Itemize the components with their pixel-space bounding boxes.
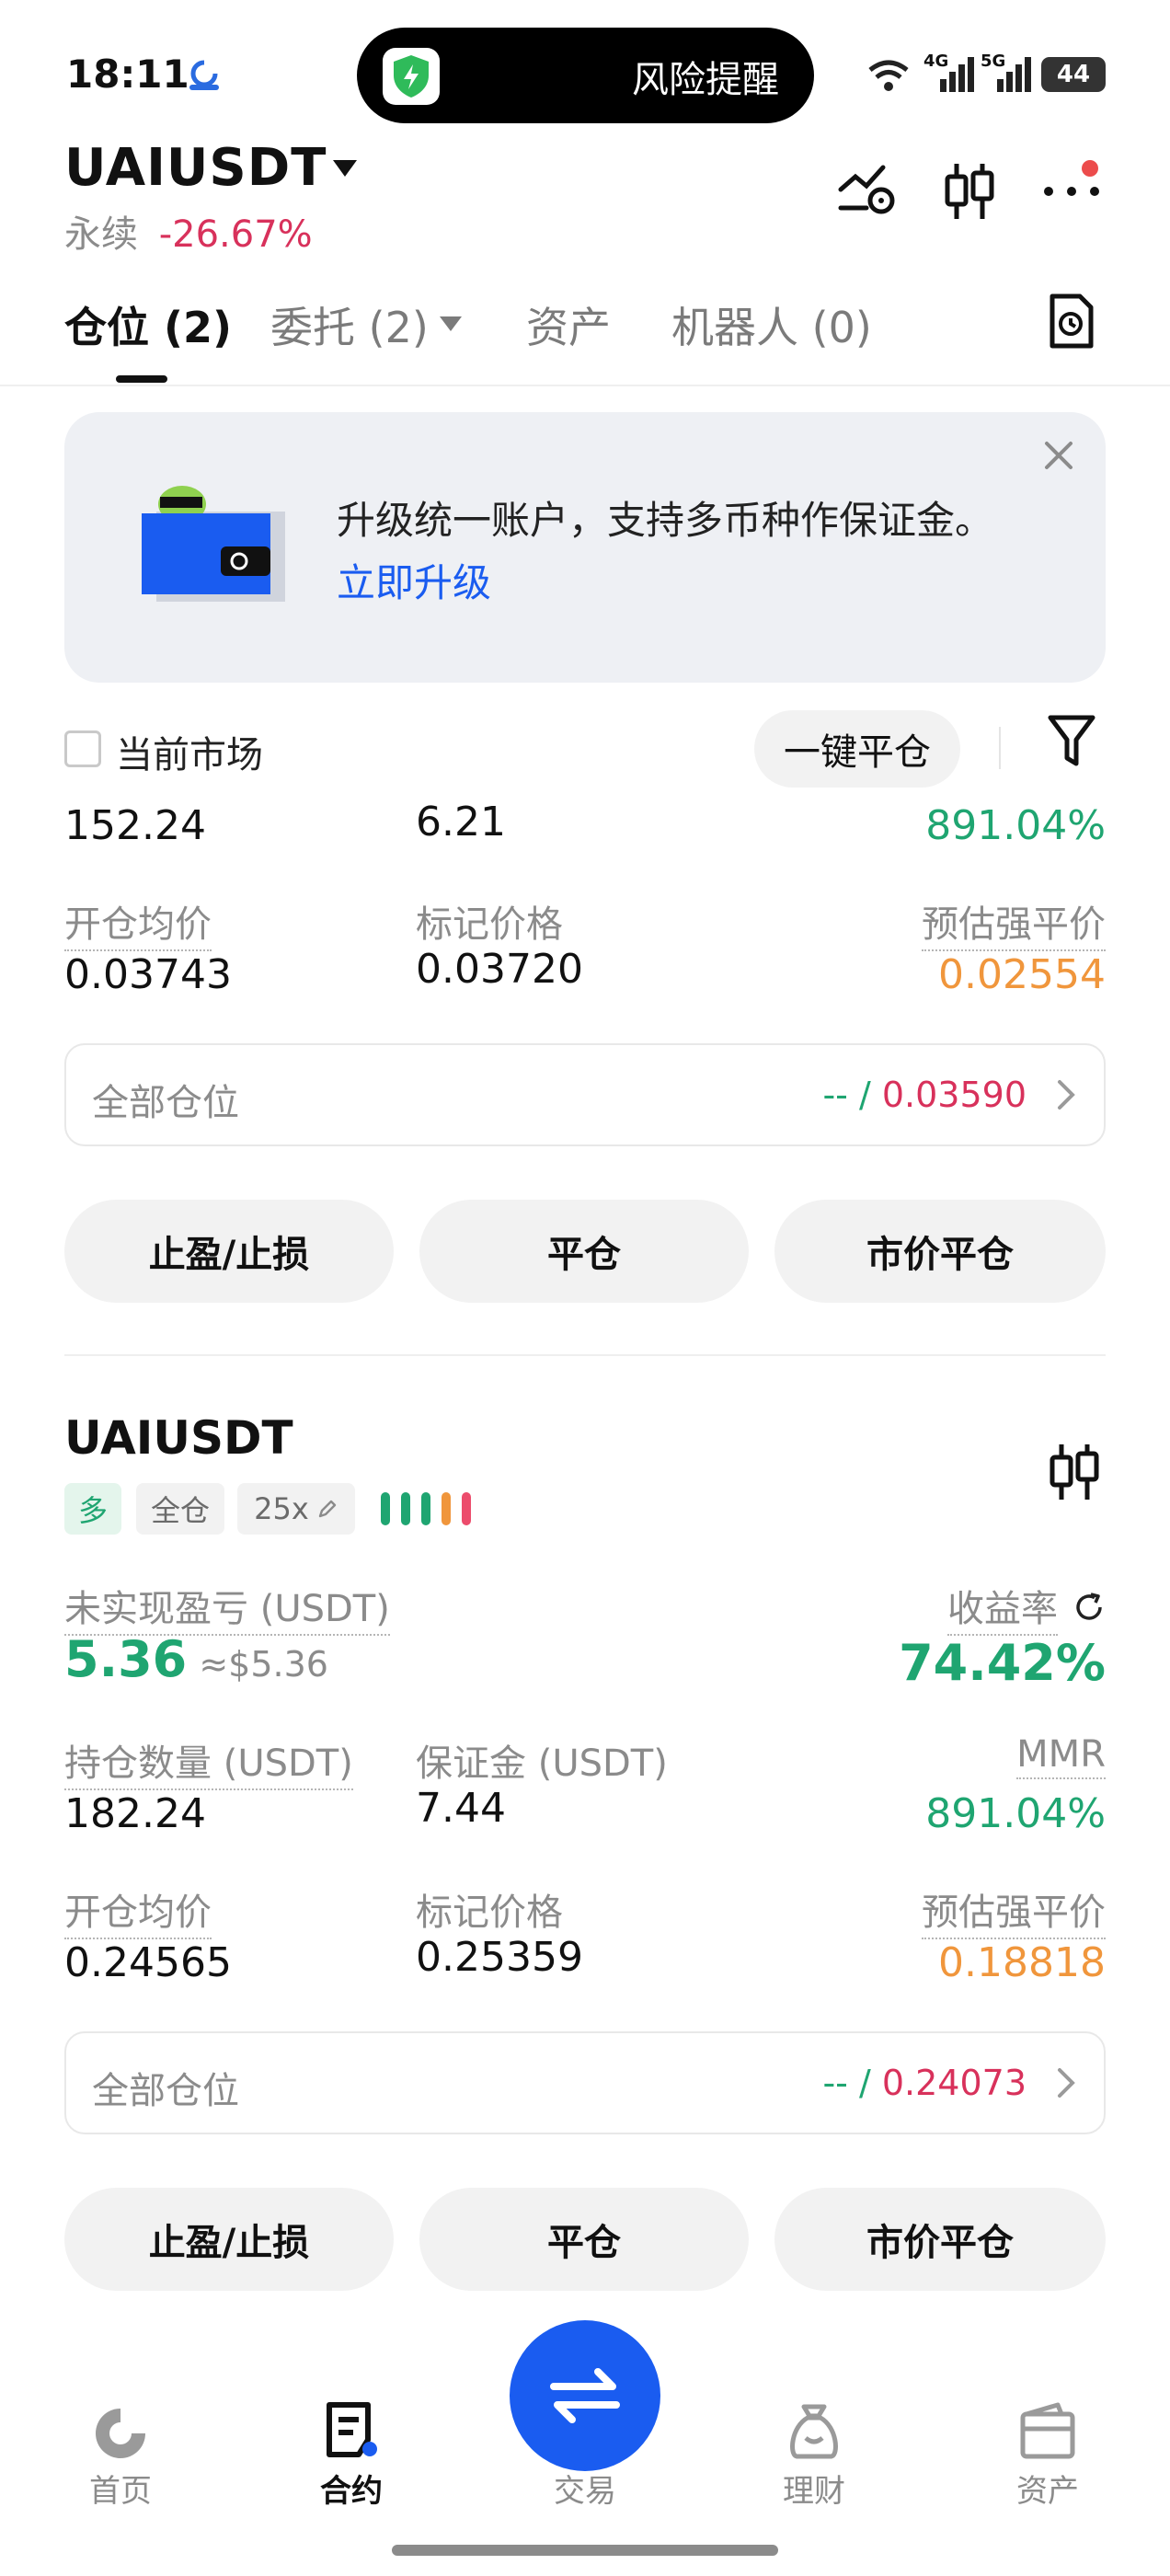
- position-qty: 152.24: [64, 802, 206, 849]
- refresh-icon[interactable]: [1072, 1591, 1106, 1624]
- home-indicator[interactable]: [392, 2545, 778, 2556]
- roe-value: 74.42%: [899, 1634, 1106, 1692]
- mmr-value: 891.04%: [925, 1790, 1106, 1837]
- finance-icon[interactable]: [784, 2401, 844, 2462]
- tab-assets[interactable]: 资产: [526, 294, 611, 355]
- upnl-label: 未实现盈亏 (USDT): [64, 1579, 390, 1636]
- card-divider: [64, 1354, 1106, 1356]
- tab-bots[interactable]: 机器人 (0): [671, 294, 872, 355]
- app-notification-icon: [184, 57, 224, 94]
- filter-icon[interactable]: [1047, 714, 1096, 773]
- bottom-nav: 首页 合约 交易 理财 资产: [0, 2318, 1170, 2576]
- risk-level-icon: [381, 1492, 476, 1529]
- tabs-divider: [0, 385, 1170, 386]
- more-icon[interactable]: [1041, 184, 1102, 202]
- tab-positions[interactable]: 仓位 (2): [64, 294, 232, 355]
- mark-price-label: 标记价格: [416, 1892, 563, 1934]
- signal-4g-icon: 4G: [923, 52, 975, 96]
- open-price-label: 开仓均价: [64, 1882, 212, 1939]
- all-positions-label: 全部仓位: [92, 2070, 239, 2112]
- market-close-button[interactable]: 市价平仓: [774, 2188, 1106, 2291]
- upgrade-banner[interactable]: 升级统一账户，支持多币种作保证金。 立即升级: [64, 412, 1106, 683]
- pair-subtitle: 永续 -26.67%: [64, 213, 313, 256]
- mmr-label: MMR: [1016, 1733, 1106, 1779]
- leverage-tag[interactable]: 25x: [237, 1483, 355, 1535]
- position-margin: 6.21: [416, 799, 506, 845]
- margin-label: 保证金 (USDT): [416, 1742, 668, 1785]
- all-positions-row[interactable]: 全部仓位 -- / 0.24073: [64, 2031, 1106, 2134]
- nav-finance[interactable]: 理财: [740, 2466, 888, 2511]
- side-tag: 多: [64, 1483, 121, 1535]
- orders-dropdown-icon[interactable]: [438, 315, 464, 337]
- nav-contract[interactable]: 合约: [278, 2466, 425, 2511]
- notification-dot: [1082, 160, 1098, 177]
- upnl-value-row: 5.36 ≈$5.36: [64, 1630, 328, 1688]
- upnl-usd: ≈$5.36: [199, 1644, 328, 1685]
- open-price-label: 开仓均价: [64, 894, 212, 951]
- home-icon[interactable]: [90, 2403, 151, 2464]
- qty-value: 182.24: [64, 1790, 206, 1837]
- liq-price: 0.02554: [938, 951, 1106, 998]
- upgrade-link[interactable]: 立即升级: [337, 552, 491, 608]
- market-close-button[interactable]: 市价平仓: [774, 1200, 1106, 1303]
- margin-mode-tag: 全仓: [136, 1483, 224, 1535]
- liq-price: 0.18818: [938, 1939, 1106, 1986]
- current-market-label[interactable]: 当前市场: [116, 725, 263, 778]
- pair-symbol[interactable]: UAIUSDT: [64, 138, 327, 198]
- mark-price: 0.25359: [416, 1934, 583, 1981]
- contract-icon[interactable]: [322, 2399, 383, 2460]
- signal-5g-icon: 5G: [981, 52, 1032, 96]
- open-price: 0.03743: [64, 951, 232, 998]
- position-mmr: 891.04%: [925, 802, 1106, 849]
- roe-label-row: 收益率: [947, 1579, 1106, 1636]
- tpsl-button[interactable]: 止盈/止损: [64, 2188, 394, 2291]
- mark-price: 0.03720: [416, 946, 583, 993]
- close-all-button[interactable]: 一键平仓: [754, 710, 960, 788]
- banner-text: 升级统一账户，支持多币种作保证金。: [337, 498, 994, 543]
- risk-alert-text: 风险提醒: [632, 59, 779, 101]
- close-position-button[interactable]: 平仓: [419, 1200, 749, 1303]
- liq-price-label: 预估强平价: [922, 1882, 1106, 1939]
- tab-active-indicator: [116, 375, 167, 383]
- open-price: 0.24565: [64, 1939, 232, 1986]
- price-change: -26.67%: [158, 213, 313, 256]
- candlestick-icon[interactable]: [942, 160, 997, 226]
- tab-orders[interactable]: 委托 (2): [270, 294, 429, 355]
- close-position-button[interactable]: 平仓: [419, 2188, 749, 2291]
- mark-price-label: 标记价格: [416, 903, 563, 946]
- wallet-icon[interactable]: [1017, 2401, 1078, 2462]
- all-positions-value: -- / 0.24073: [822, 2063, 1027, 2103]
- chevron-right-icon: [1056, 2066, 1076, 2103]
- current-market-checkbox[interactable]: [64, 730, 101, 767]
- tpsl-button[interactable]: 止盈/止损: [64, 1200, 394, 1303]
- margin-value: 7.44: [416, 1785, 506, 1832]
- nav-home[interactable]: 首页: [47, 2466, 194, 2511]
- status-time: 18:11: [66, 52, 189, 97]
- all-positions-row[interactable]: 全部仓位 -- / 0.03590: [64, 1043, 1106, 1146]
- liq-price-label: 预估强平价: [922, 894, 1106, 951]
- all-positions-value: -- / 0.03590: [822, 1075, 1027, 1115]
- qty-label: 持仓数量 (USDT): [64, 1733, 353, 1790]
- wifi-icon: [866, 57, 911, 98]
- swap-icon[interactable]: [510, 2320, 660, 2471]
- wallet-illustration-icon: [142, 484, 285, 602]
- trend-icon[interactable]: [837, 162, 898, 221]
- nav-trade[interactable]: 交易: [511, 2466, 659, 2511]
- nav-assets[interactable]: 资产: [974, 2466, 1121, 2511]
- close-icon[interactable]: [1043, 440, 1074, 475]
- history-icon[interactable]: [1047, 293, 1095, 353]
- all-positions-label: 全部仓位: [92, 1082, 239, 1124]
- position-symbol[interactable]: UAIUSDT: [64, 1411, 293, 1465]
- shield-icon: [383, 48, 440, 105]
- filter-separator: [999, 727, 1001, 769]
- candlestick-icon[interactable]: [1047, 1441, 1102, 1507]
- edit-icon: [316, 1498, 338, 1520]
- upnl-value: 5.36: [64, 1630, 188, 1688]
- battery-icon: 44: [1041, 57, 1106, 92]
- pair-dropdown-icon[interactable]: [331, 158, 359, 182]
- chevron-right-icon: [1056, 1078, 1076, 1115]
- dynamic-island[interactable]: 风险提醒: [357, 28, 814, 123]
